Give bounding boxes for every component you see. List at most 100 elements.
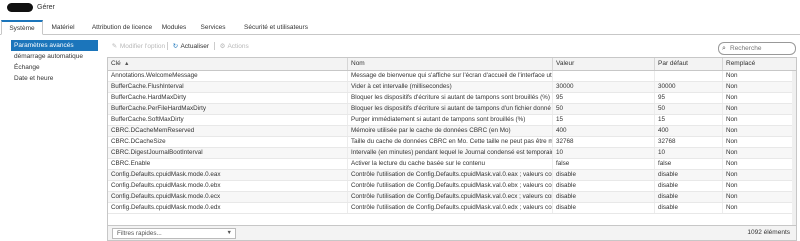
sidebar-item-autostart[interactable]: démarrage automatique bbox=[11, 51, 98, 62]
sidebar-item-advanced-settings[interactable]: Paramètres avancés bbox=[11, 40, 98, 51]
cell-overridden: Non bbox=[723, 82, 796, 92]
column-header-key[interactable]: Clé ▲ bbox=[108, 58, 348, 70]
toolbar: ✎ Modifier l'option ↻ Actualiser ⚙ Actio… bbox=[107, 37, 797, 55]
cell-default: 95 bbox=[655, 93, 723, 103]
cell-name: Activer la lecture du cache basée sur le… bbox=[348, 159, 553, 169]
table-row[interactable]: CBRC.Enable Activer la lecture du cache b… bbox=[108, 159, 796, 170]
cell-name: Contrôle l'utilisation de Config.Default… bbox=[348, 192, 553, 202]
table-row[interactable]: CBRC.DCacheSize Taille du cache de donnée… bbox=[108, 137, 796, 148]
tab-securite[interactable]: Sécurité et utilisateurs bbox=[234, 21, 318, 34]
table-row[interactable]: Annotations.WelcomeMessage Message de bie… bbox=[108, 71, 796, 82]
actions-label: Actions bbox=[227, 43, 249, 50]
table-row[interactable]: BufferCache.SoftMaxDirty Purger immédiate… bbox=[108, 115, 796, 126]
cell-overridden: Non bbox=[723, 71, 796, 81]
column-header-default[interactable]: Par défaut bbox=[655, 58, 723, 70]
cell-key: CBRC.Enable bbox=[108, 159, 348, 169]
gear-icon: ⚙ bbox=[219, 43, 226, 50]
cell-name: Mémoire utilisée par le cache de données… bbox=[348, 126, 553, 136]
cell-value: disable bbox=[553, 203, 655, 213]
table-row[interactable]: BufferCache.HardMaxDirty Bloquer les disp… bbox=[108, 93, 796, 104]
table-row[interactable]: CBRC.DigestJournalBootInterval Intervalle… bbox=[108, 148, 796, 159]
cell-default: 400 bbox=[655, 126, 723, 136]
cell-overridden: Non bbox=[723, 192, 796, 202]
cell-value: 50 bbox=[553, 104, 655, 114]
host-label: Gérer bbox=[37, 4, 55, 11]
sidebar: Paramètres avancés démarrage automatique… bbox=[11, 40, 98, 84]
table-row[interactable]: Config.Defaults.cpuidMask.mode.0.ebx Cont… bbox=[108, 181, 796, 192]
cell-overridden: Non bbox=[723, 93, 796, 103]
cell-default bbox=[655, 71, 723, 81]
item-count: 1092 éléments bbox=[747, 229, 790, 236]
cell-name: Contrôle l'utilisation de Config.Default… bbox=[348, 181, 553, 191]
actions-button[interactable]: ⚙ Actions bbox=[219, 42, 249, 51]
table-row[interactable]: Config.Defaults.cpuidMask.mode.0.ecx Cont… bbox=[108, 192, 796, 203]
cell-value: 30000 bbox=[553, 82, 655, 92]
cell-overridden: Non bbox=[723, 170, 796, 180]
main-panel: ✎ Modifier l'option ↻ Actualiser ⚙ Actio… bbox=[107, 37, 797, 241]
edit-option-button[interactable]: ✎ Modifier l'option bbox=[111, 42, 165, 51]
cell-key: CBRC.DCacheMemReserved bbox=[108, 126, 348, 136]
tab-systeme[interactable]: Système bbox=[1, 20, 43, 35]
tab-materiel[interactable]: Matériel bbox=[45, 21, 81, 34]
table-row[interactable]: Config.Defaults.cpuidMask.mode.0.edx Cont… bbox=[108, 203, 796, 214]
cell-name: Message de bienvenue qui s'affiche sur l… bbox=[348, 71, 553, 81]
cell-name: Bloquer les dispositifs d'écriture si au… bbox=[348, 104, 553, 114]
cell-value: 95 bbox=[553, 93, 655, 103]
cell-key: BufferCache.SoftMaxDirty bbox=[108, 115, 348, 125]
cell-default: 50 bbox=[655, 104, 723, 114]
cell-value: 15 bbox=[553, 115, 655, 125]
search-input[interactable] bbox=[730, 44, 792, 53]
cell-default: disable bbox=[655, 192, 723, 202]
cell-value: 400 bbox=[553, 126, 655, 136]
cell-key: Config.Defaults.cpuidMask.mode.0.edx bbox=[108, 203, 348, 213]
tab-bar: Système Matériel Attribution de licence … bbox=[0, 19, 800, 35]
table-row[interactable]: CBRC.DCacheMemReserved Mémoire utilisée p… bbox=[108, 126, 796, 137]
cell-default: 30000 bbox=[655, 82, 723, 92]
sidebar-item-swap[interactable]: Échange bbox=[11, 62, 98, 73]
column-header-name[interactable]: Nom bbox=[348, 58, 553, 70]
cell-value: disable bbox=[553, 192, 655, 202]
cell-value: 32768 bbox=[553, 137, 655, 147]
tab-licence[interactable]: Attribution de licence bbox=[85, 21, 159, 34]
cell-key: Config.Defaults.cpuidMask.mode.0.ecx bbox=[108, 192, 348, 202]
cell-default: disable bbox=[655, 203, 723, 213]
cell-overridden: Non bbox=[723, 115, 796, 125]
cell-key: Config.Defaults.cpuidMask.mode.0.eax bbox=[108, 170, 348, 180]
cell-name: Purger immédiatement si autant de tampon… bbox=[348, 115, 553, 125]
quick-filter-select[interactable]: Filtres rapides... ▼ bbox=[112, 228, 236, 239]
cell-overridden: Non bbox=[723, 181, 796, 191]
cell-value: disable bbox=[553, 170, 655, 180]
cell-key: BufferCache.HardMaxDirty bbox=[108, 93, 348, 103]
search-box[interactable]: ⌕ bbox=[718, 42, 796, 55]
cell-key: Annotations.WelcomeMessage bbox=[108, 71, 348, 81]
table-row[interactable]: Config.Defaults.cpuidMask.mode.0.eax Cont… bbox=[108, 170, 796, 181]
cell-name: Contrôle l'utilisation de Config.Default… bbox=[348, 170, 553, 180]
column-header-value[interactable]: Valeur bbox=[553, 58, 655, 70]
cell-key: CBRC.DigestJournalBootInterval bbox=[108, 148, 348, 158]
tab-services[interactable]: Services bbox=[197, 21, 229, 34]
vertical-scrollbar[interactable] bbox=[792, 71, 796, 227]
cell-overridden: Non bbox=[723, 104, 796, 114]
cell-name: Intervalle (en minutes) pendant lequel l… bbox=[348, 148, 553, 158]
sort-ascending-icon: ▲ bbox=[124, 61, 130, 67]
cell-default: false bbox=[655, 159, 723, 169]
table-row[interactable]: BufferCache.FlushInterval Vider à cet int… bbox=[108, 82, 796, 93]
column-header-overridden[interactable]: Remplacé bbox=[723, 58, 796, 70]
cell-default: 32768 bbox=[655, 137, 723, 147]
refresh-button[interactable]: ↻ Actualiser bbox=[172, 42, 209, 51]
tab-modules[interactable]: Modules bbox=[159, 21, 189, 34]
search-icon: ⌕ bbox=[722, 45, 726, 52]
cell-overridden: Non bbox=[723, 148, 796, 158]
edit-option-label: Modifier l'option bbox=[119, 43, 166, 50]
cell-name: Taille du cache de données CBRC en Mo. C… bbox=[348, 137, 553, 147]
cell-overridden: Non bbox=[723, 203, 796, 213]
cell-overridden: Non bbox=[723, 159, 796, 169]
cell-name: Bloquer les dispositifs d'écriture si au… bbox=[348, 93, 553, 103]
column-header-key-label: Clé bbox=[111, 60, 121, 67]
toolbar-divider bbox=[167, 42, 168, 50]
chevron-down-icon: ▼ bbox=[226, 230, 232, 236]
table-row[interactable]: BufferCache.PerFileHardMaxDirty Bloquer l… bbox=[108, 104, 796, 115]
cell-value: 10 bbox=[553, 148, 655, 158]
sidebar-item-datetime[interactable]: Date et heure bbox=[11, 73, 98, 84]
cell-value: disable bbox=[553, 181, 655, 191]
